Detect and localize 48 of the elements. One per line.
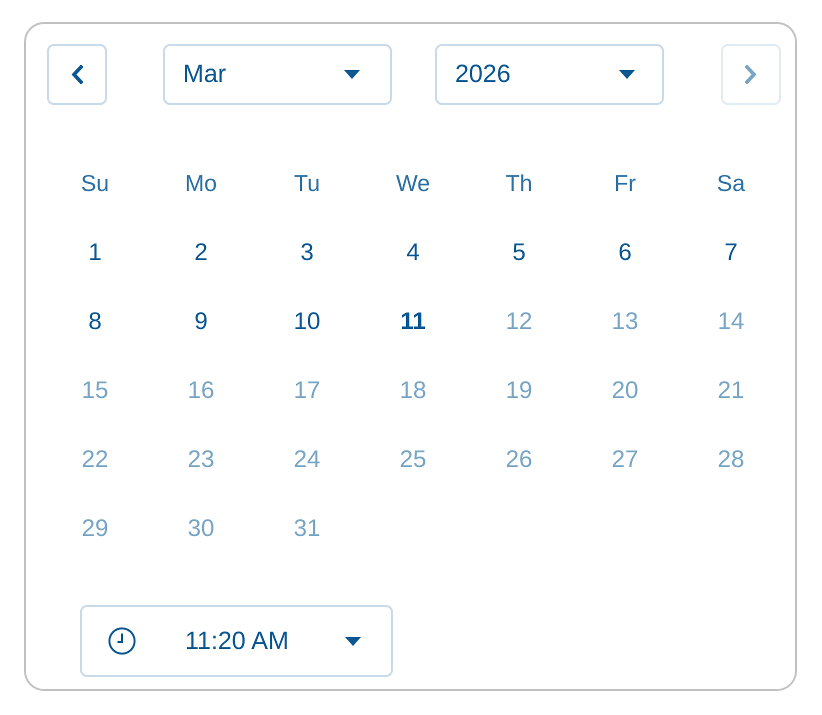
calendar-day[interactable]: 6 <box>618 238 632 266</box>
calendar-day[interactable]: 4 <box>406 238 420 266</box>
caret-down-icon <box>619 70 635 79</box>
caret-down-icon <box>344 70 360 79</box>
calendar-day: 31 <box>294 514 320 542</box>
calendar-day[interactable]: 8 <box>88 308 102 336</box>
chevron-right-icon <box>745 65 757 84</box>
calendar-day: 13 <box>612 308 638 336</box>
calendar-day: 28 <box>718 446 744 474</box>
calendar-day[interactable]: 11 <box>400 308 426 336</box>
weekday-label: Tu <box>294 170 320 197</box>
calendar-day[interactable]: 5 <box>512 238 526 266</box>
calendar-day: 15 <box>82 376 108 404</box>
calendar-day[interactable]: 2 <box>194 238 208 266</box>
time-dropdown[interactable]: 11:20 AM <box>80 605 393 677</box>
previous-month-button[interactable] <box>47 44 107 105</box>
weekday-label: Sa <box>716 170 746 197</box>
calendar-day: 25 <box>400 446 426 474</box>
calendar-day: 16 <box>188 376 214 404</box>
weekday-label: We <box>396 170 430 197</box>
calendar-day: 14 <box>718 308 744 336</box>
calendar-day: 26 <box>506 446 532 474</box>
clock-icon <box>108 627 136 655</box>
calendar-day[interactable]: 7 <box>724 238 738 266</box>
weekday-label: Mo <box>185 170 217 197</box>
calendar-day: 17 <box>294 376 320 404</box>
weekday-label: Su <box>80 170 110 197</box>
calendar-day[interactable]: 9 <box>194 308 208 336</box>
calendar-day: 27 <box>612 446 638 474</box>
weekday-label: Fr <box>614 170 636 197</box>
calendar-day: 19 <box>506 376 532 404</box>
caret-down-icon <box>345 636 361 646</box>
calendar-day: 21 <box>718 376 744 404</box>
month-dropdown[interactable]: Mar <box>163 44 392 105</box>
calendar-day[interactable]: 10 <box>294 308 320 336</box>
chevron-left-icon <box>71 65 83 84</box>
calendar-day: 12 <box>506 308 532 336</box>
year-dropdown[interactable]: 2026 <box>435 44 664 105</box>
calendar-day: 20 <box>612 376 638 404</box>
calendar-day: 18 <box>400 376 426 404</box>
weekday-label: Th <box>506 170 532 197</box>
calendar-day: 24 <box>294 446 320 474</box>
calendar-day: 30 <box>188 514 214 542</box>
calendar-day: 29 <box>82 514 108 542</box>
calendar-day: 22 <box>82 446 108 474</box>
calendar-day[interactable]: 1 <box>88 238 102 266</box>
calendar-day[interactable]: 3 <box>300 238 314 266</box>
calendar-day: 23 <box>188 446 214 474</box>
